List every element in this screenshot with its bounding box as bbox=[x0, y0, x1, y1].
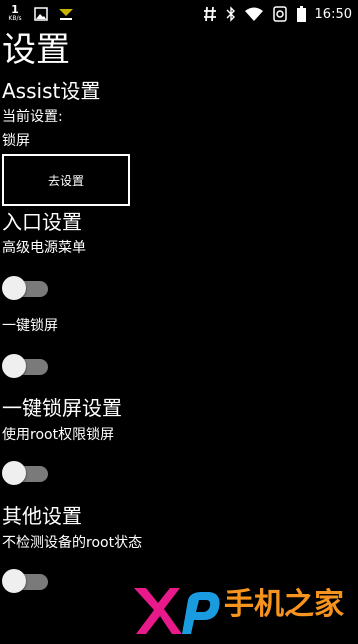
status-bar-right: 16:50 bbox=[203, 2, 352, 26]
one-key-lock-label: 一键锁屏 bbox=[2, 318, 58, 334]
status-bar: 1 KB/s 16:50 bbox=[0, 0, 358, 28]
other-section-header: 其他设置 bbox=[2, 504, 82, 528]
toggle-thumb bbox=[2, 461, 26, 485]
watermark-logo: 手机之家 bbox=[130, 580, 358, 640]
advanced-power-menu-toggle[interactable] bbox=[2, 276, 50, 300]
battery-icon bbox=[296, 6, 306, 22]
image-icon bbox=[34, 7, 48, 21]
assist-current-value: 锁屏 bbox=[2, 133, 30, 149]
goto-settings-button[interactable]: 去设置 bbox=[2, 154, 130, 206]
bluetooth-icon bbox=[226, 6, 236, 22]
entry-section-header: 入口设置 bbox=[2, 210, 82, 234]
toggle-thumb bbox=[2, 569, 26, 593]
no-root-check-toggle[interactable] bbox=[2, 569, 50, 593]
hash-icon bbox=[203, 6, 217, 22]
no-root-check-label: 不检测设备的root状态 bbox=[2, 535, 143, 551]
net-speed-value: 1 bbox=[11, 3, 19, 16]
watermark-logo-graphic: 手机之家 bbox=[134, 587, 344, 634]
net-speed-unit: KB/s bbox=[8, 15, 22, 22]
one-key-lock-toggle[interactable] bbox=[2, 354, 50, 378]
advanced-power-menu-label: 高级电源菜单 bbox=[2, 240, 86, 256]
assist-current-label: 当前设置: bbox=[2, 109, 63, 125]
vibrate-icon bbox=[272, 6, 288, 22]
toggle-thumb bbox=[2, 276, 26, 300]
toggle-thumb bbox=[2, 354, 26, 378]
status-bar-left: 1 KB/s bbox=[6, 2, 74, 26]
watermark-text: 手机之家 bbox=[224, 587, 344, 622]
wifi-icon bbox=[244, 7, 263, 21]
status-time: 16:50 bbox=[314, 6, 352, 22]
one-key-lock-section-header: 一键锁屏设置 bbox=[2, 396, 122, 420]
download-icon bbox=[58, 7, 74, 21]
net-speed-indicator: 1 KB/s bbox=[6, 3, 24, 23]
assist-section-header: Assist设置 bbox=[2, 79, 101, 103]
page-title: 设置 bbox=[2, 30, 70, 70]
use-root-lock-toggle[interactable] bbox=[2, 461, 50, 485]
use-root-lock-label: 使用root权限锁屏 bbox=[2, 427, 115, 443]
